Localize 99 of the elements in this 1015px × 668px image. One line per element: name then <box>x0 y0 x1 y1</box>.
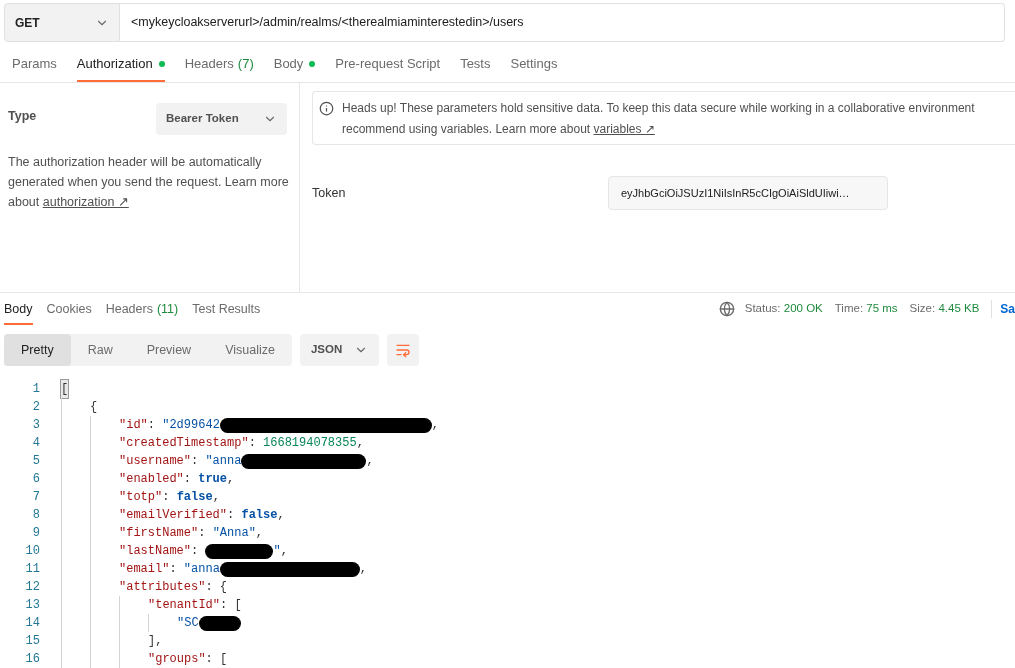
tab[interactable]: Cookies <box>46 293 92 325</box>
notice-text: Heads up! These parameters hold sensitive data. To keep this data secure while working in a collaborative environment <box>342 100 975 117</box>
type-label: Type <box>8 108 37 125</box>
tab[interactable]: Headers (7) <box>184 45 254 82</box>
code-token: : <box>147 417 156 434</box>
token-field[interactable]: eyJhbGciOiJSUzI1NiIsInR5cCIgOiAiSldUIiwi… <box>608 176 888 210</box>
authorization-link[interactable]: authorization ↗ <box>42 195 129 209</box>
code-token: : { <box>205 579 228 596</box>
save-link[interactable]: Sa <box>1000 300 1015 318</box>
code-token: : <box>191 453 200 470</box>
code-token: , <box>255 525 264 542</box>
code-token: false <box>241 507 278 524</box>
format-select[interactable]: JSON <box>299 334 380 366</box>
method-select[interactable]: GET <box>4 3 120 42</box>
code-token: "createdTimestamp" <box>119 435 249 452</box>
redaction-mark <box>205 544 274 559</box>
auth-type-select[interactable]: Bearer Token <box>156 103 287 135</box>
url-field[interactable]: <mykeycloakserverurl>/admin/realms/<therealmiaminterestedin>/users <box>120 3 1005 42</box>
line-number: 15 <box>24 633 40 650</box>
view-mode-tab[interactable]: Visualize <box>208 334 292 366</box>
info-icon <box>319 101 334 116</box>
line-number: 4 <box>31 435 40 452</box>
code-token: "anna <box>183 561 220 578</box>
response-meta: Time: 75 ms <box>834 301 898 317</box>
tab[interactable]: Headers (11) <box>105 293 179 325</box>
line-number: 12 <box>24 579 40 596</box>
code-token: false <box>176 489 213 506</box>
code-token: : [ <box>205 651 228 668</box>
code-token: "enabled" <box>119 471 184 488</box>
line-number: 16 <box>24 651 40 668</box>
code-token: 1668194078355 <box>263 435 357 452</box>
line-number: 11 <box>24 561 40 578</box>
line-number: 3 <box>31 417 40 434</box>
line-number: 7 <box>31 489 40 506</box>
line-number: 13 <box>24 597 40 614</box>
line-number: 8 <box>31 507 40 524</box>
code-token: : <box>162 489 171 506</box>
response-meta: Status: 200 OK <box>744 301 823 317</box>
variables-link[interactable]: variables ↗ <box>593 122 655 136</box>
code-token: "Anna" <box>212 525 256 542</box>
code-token: : <box>183 471 192 488</box>
line-number: 5 <box>31 453 40 470</box>
code-token: , <box>227 471 235 488</box>
wrap-button[interactable] <box>387 334 420 366</box>
code-token: "anna <box>205 453 242 470</box>
code-token: "id" <box>119 417 148 434</box>
line-number: 6 <box>31 471 40 488</box>
tab[interactable]: Test Results <box>192 293 261 325</box>
code-token: "groups" <box>148 651 206 668</box>
code-token: : <box>169 561 178 578</box>
response-meta: Size: 4.45 KB <box>909 301 980 317</box>
line-number: 2 <box>31 399 40 416</box>
tab[interactable]: Settings <box>510 45 558 82</box>
notice-text: recommend using variables. Learn more about variables ↗ <box>342 121 656 138</box>
code-token: "totp" <box>119 489 163 506</box>
code-token: { <box>90 399 98 416</box>
tab[interactable]: Body <box>273 45 316 82</box>
code-token: ], <box>148 633 163 650</box>
code-token: "email" <box>119 561 170 578</box>
code-token: : <box>191 543 200 560</box>
token-label: Token <box>312 184 347 202</box>
code-token: "SC <box>177 615 199 632</box>
code-token: , <box>280 543 288 560</box>
tab[interactable]: Tests <box>460 45 491 82</box>
code-token: "firstName" <box>119 525 199 542</box>
view-mode-tab[interactable]: Raw <box>70 334 130 366</box>
line-number: 10 <box>24 543 40 560</box>
code-token: , <box>277 507 285 524</box>
code-token: : <box>248 435 257 452</box>
code-token: [ <box>61 380 69 398</box>
tab[interactable]: Body <box>4 293 33 325</box>
code-token: : <box>198 525 207 542</box>
code-token: , <box>359 561 368 578</box>
auth-description: The authorization header will be automatically generated when you send the request. Learn more about authorization ↗ <box>8 154 290 211</box>
code-token: "attributes" <box>119 579 206 596</box>
line-number: 14 <box>24 615 40 632</box>
tab[interactable]: Authorization <box>76 45 165 82</box>
code-token: "username" <box>119 453 191 470</box>
tab[interactable]: Params <box>12 45 57 82</box>
code-token: true <box>198 471 228 488</box>
tab[interactable]: Pre-request Script <box>335 45 441 82</box>
code-token: , <box>366 453 374 470</box>
code-token: , <box>431 417 440 434</box>
redaction-mark <box>198 616 241 631</box>
code-token: "tenantId" <box>148 597 220 614</box>
code-token: : [ <box>220 597 242 614</box>
code-token: : <box>227 507 236 524</box>
code-token: , <box>212 489 220 506</box>
code-token: " <box>273 543 281 560</box>
wrap-icon <box>395 342 412 358</box>
code-token: "2d99642 <box>162 417 220 434</box>
line-number: 1 <box>31 381 40 398</box>
view-mode-tab[interactable]: Pretty <box>4 334 71 366</box>
code-token: "emailVerified" <box>119 507 228 524</box>
line-number: 9 <box>31 525 40 542</box>
view-mode-tab[interactable]: Preview <box>129 334 209 366</box>
globe-icon[interactable] <box>718 301 735 317</box>
code-token: "lastName" <box>119 543 191 560</box>
code-token: , <box>356 435 364 452</box>
